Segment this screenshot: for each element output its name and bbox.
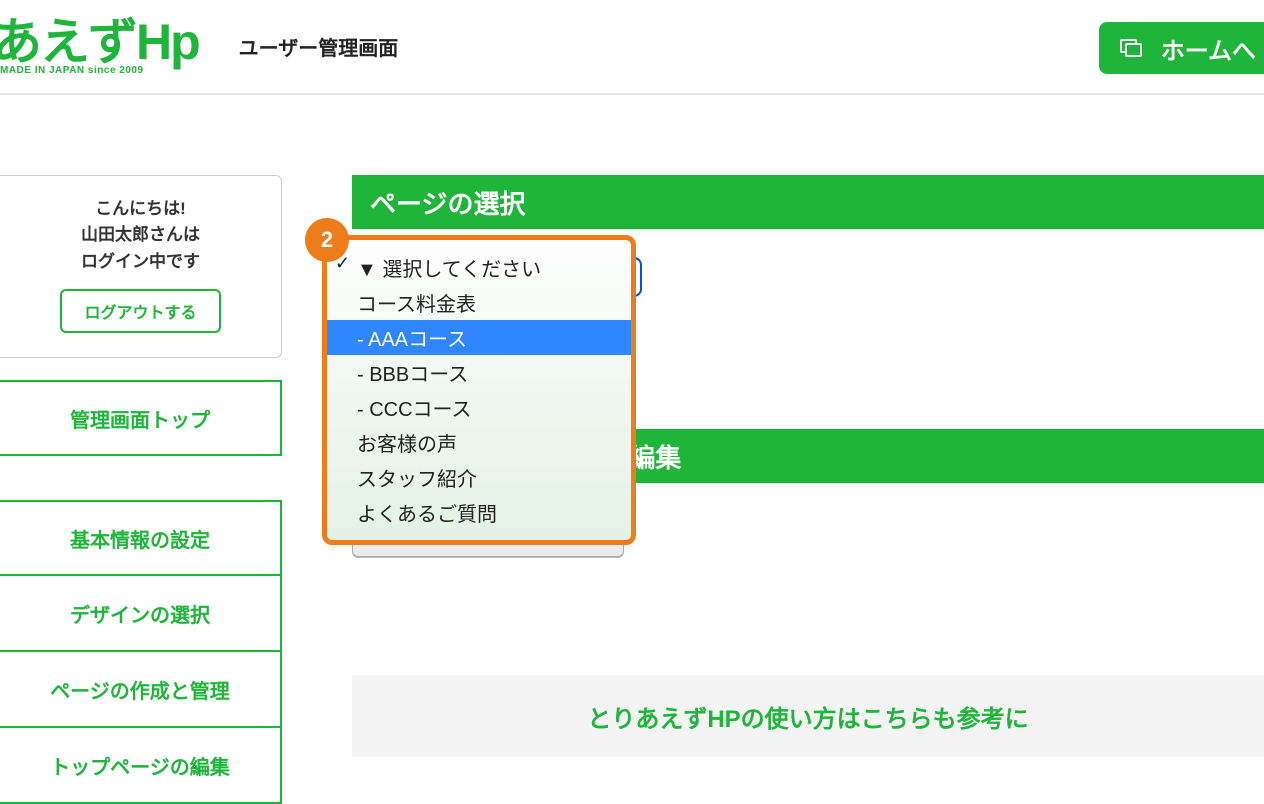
nav-toppage-edit[interactable]: トップページの編集 bbox=[0, 728, 282, 804]
greeting-line-3: ログイン中です bbox=[18, 249, 263, 275]
logo-text: あえずHp bbox=[0, 17, 199, 67]
greeting-line-2: 山田太郎さんは bbox=[18, 222, 263, 248]
greeting-line-1: こんにちは! bbox=[18, 196, 263, 222]
help-banner[interactable]: とりあえずHPの使い方はこちらも参考に bbox=[352, 675, 1264, 757]
home-button[interactable]: ホームへ bbox=[1099, 22, 1264, 74]
dropdown-option[interactable]: スタッフ紹介 bbox=[327, 460, 631, 495]
nav-page-manage[interactable]: ページの作成と管理 bbox=[0, 652, 282, 728]
nav-admin-top[interactable]: 管理画面トップ bbox=[0, 380, 282, 456]
page-select-dropdown[interactable]: 2 ▼ 選択してください コース料金表 - AAAコース - BBBコース - … bbox=[322, 235, 636, 545]
logo-block[interactable]: あえずHp MADE IN JAPAN since 2009 bbox=[0, 0, 199, 93]
page-title: ユーザー管理画面 bbox=[239, 32, 399, 61]
dropdown-option[interactable]: お客様の声 bbox=[327, 425, 631, 460]
dropdown-option[interactable]: コース料金表 bbox=[327, 285, 631, 320]
sidebar: こんにちは! 山田太郎さんは ログイン中です ログアウトする 管理画面トップ 基… bbox=[0, 175, 282, 804]
logout-button[interactable]: ログアウトする bbox=[60, 289, 220, 333]
home-button-label: ホームへ bbox=[1161, 31, 1256, 66]
nav-basic-settings[interactable]: 基本情報の設定 bbox=[0, 500, 282, 576]
dropdown-option[interactable]: - AAAコース bbox=[327, 320, 631, 355]
main: ページの選択 2 ▼ 選択してください コース料金表 - AAAコース - BB… bbox=[282, 175, 1264, 757]
nav-group: 基本情報の設定 デザインの選択 ページの作成と管理 トップページの編集 bbox=[0, 500, 282, 804]
dropdown-placeholder[interactable]: ▼ 選択してください bbox=[327, 250, 631, 285]
windows-icon bbox=[1119, 36, 1143, 60]
section-page-select-title: ページの選択 bbox=[352, 175, 1264, 229]
header: あえずHp MADE IN JAPAN since 2009 ユーザー管理画面 … bbox=[0, 0, 1264, 95]
dropdown-option[interactable]: - CCCコース bbox=[327, 390, 631, 425]
user-card: こんにちは! 山田太郎さんは ログイン中です ログアウトする bbox=[0, 175, 282, 358]
dropdown-option[interactable]: よくあるご質問 bbox=[327, 495, 631, 530]
page-select-body: 2 ▼ 選択してください コース料金表 - AAAコース - BBBコース - … bbox=[352, 229, 1264, 429]
nav-design-select[interactable]: デザインの選択 bbox=[0, 576, 282, 652]
dropdown-option[interactable]: - BBBコース bbox=[327, 355, 631, 390]
